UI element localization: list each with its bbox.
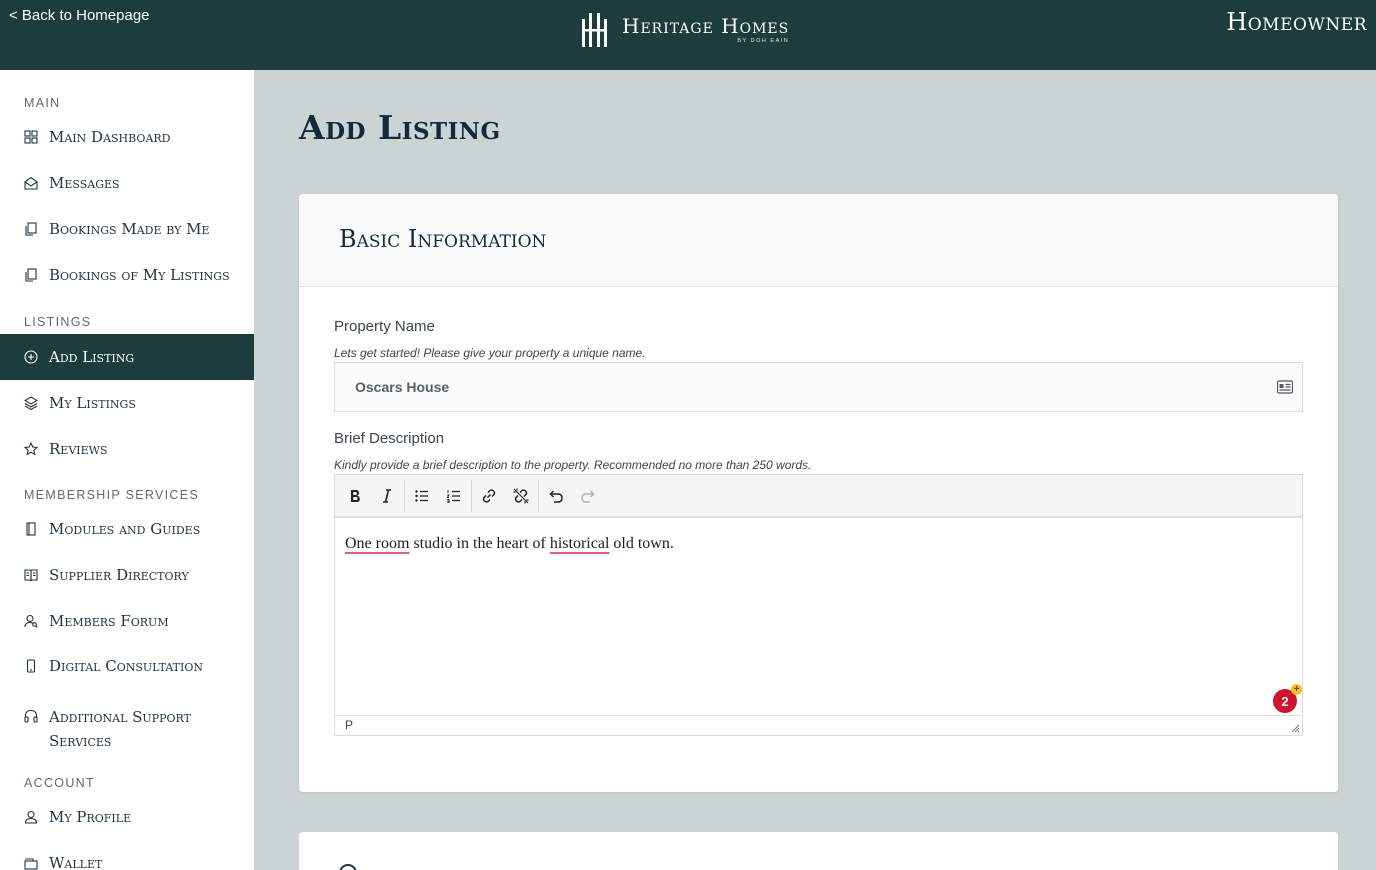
heritage-homes-logo-icon: [582, 13, 607, 47]
documents-icon: [24, 268, 38, 282]
numbered-list-icon: [446, 489, 460, 503]
property-name-field[interactable]: [334, 362, 1303, 412]
sidebar-item-label: Add Listing: [49, 348, 135, 366]
editor-toolbar: [335, 475, 1302, 518]
brand-subtitle: BY DOH EAIN: [737, 37, 790, 44]
brief-description-hint: Kindly provide a brief description to th…: [334, 458, 812, 472]
sidebar-item-label: Reviews: [49, 440, 108, 458]
badge-plus-icon: +: [1291, 684, 1302, 695]
bullet-list-icon: [415, 489, 428, 502]
editor-text: old town.: [609, 535, 674, 552]
headphones-icon: [24, 709, 38, 723]
documents-icon: [24, 222, 38, 236]
sidebar-item-add-listing[interactable]: Add Listing: [0, 334, 254, 380]
sidebar-item-supplier-directory[interactable]: Supplier Directory: [0, 552, 254, 598]
sidebar-item-digital-consultation[interactable]: Digital Consultation: [0, 643, 254, 689]
sidebar-item-label: Messages: [49, 174, 120, 192]
toolbar-divider: [538, 479, 539, 512]
sidebar-item-label: Members Forum: [49, 612, 169, 630]
top-header: < Back to Homepage Heritage Homes BY DOH…: [0, 0, 1376, 70]
sidebar-item-label: My Listings: [49, 394, 136, 412]
redo-button[interactable]: [572, 480, 604, 512]
bold-button[interactable]: [339, 480, 371, 512]
sidebar-item-members-forum[interactable]: Members Forum: [0, 598, 254, 644]
sidebar-section-membership-services: MEMBERSHIP SERVICES: [24, 488, 199, 502]
sidebar-item-label: Additional Support Services: [49, 708, 191, 750]
id-card-icon: [1277, 380, 1293, 394]
element-path[interactable]: P: [345, 718, 353, 732]
sidebar-section-account: ACCOUNT: [24, 776, 95, 790]
next-section-card: [299, 832, 1338, 870]
layers-icon: [24, 396, 38, 410]
misspelled-word[interactable]: One room: [345, 535, 409, 552]
phone-icon: [24, 659, 38, 673]
user-role-label: Homeowner: [1226, 8, 1367, 36]
wallet-icon: [24, 856, 38, 870]
back-to-homepage-link[interactable]: < Back to Homepage: [9, 7, 150, 24]
sidebar-item-label: Main Dashboard: [49, 128, 171, 146]
sidebar-item-bookings-of-my-listings[interactable]: Bookings of My Listings: [0, 252, 254, 298]
unlink-icon: [513, 488, 529, 503]
sidebar-item-my-profile[interactable]: My Profile: [0, 794, 254, 840]
misspelled-word[interactable]: historical: [550, 535, 610, 552]
sidebar-item-modules-and-guides[interactable]: Modules and Guides: [0, 506, 254, 552]
editor-text: studio in the heart of: [409, 535, 550, 552]
resize-handle-icon[interactable]: [1291, 724, 1300, 733]
sidebar-section-main: MAIN: [24, 96, 61, 110]
sidebar-item-label: Bookings Made by Me: [49, 220, 210, 238]
sidebar-item-wallet[interactable]: Wallet: [0, 840, 254, 870]
rich-text-editor: One room studio in the heart of historic…: [334, 474, 1303, 736]
sidebar-item-label: Wallet: [49, 854, 103, 870]
card-title: Basic Information: [339, 225, 547, 253]
insert-link-button[interactable]: [473, 480, 505, 512]
sidebar-item-additional-support-services[interactable]: Additional Support Services: [0, 697, 254, 759]
star-icon: [24, 442, 38, 456]
page-title: Add Listing: [299, 108, 501, 147]
basic-information-card: Basic Information Property Name Lets get…: [299, 194, 1338, 792]
dashboard-grid-icon: [24, 130, 38, 144]
undo-button[interactable]: [540, 480, 572, 512]
toolbar-divider: [404, 479, 405, 512]
italic-icon: [383, 488, 391, 503]
undo-icon: [549, 489, 563, 503]
brand-name: Heritage Homes: [622, 13, 790, 38]
bold-icon: [351, 489, 360, 502]
sidebar: MAIN Main Dashboard Messages Bookings Ma…: [0, 70, 254, 870]
sidebar-section-listings: LISTINGS: [24, 315, 92, 329]
book-icon: [24, 522, 38, 536]
sidebar-item-label: Bookings of My Listings: [49, 266, 230, 284]
sidebar-item-main-dashboard[interactable]: Main Dashboard: [0, 114, 254, 160]
sidebar-item-reviews[interactable]: Reviews: [0, 426, 254, 472]
user-icon: [24, 810, 38, 824]
property-name-label: Property Name: [334, 318, 435, 335]
brand-logo[interactable]: Heritage Homes BY DOH EAIN: [580, 11, 789, 47]
link-icon: [482, 488, 496, 503]
section-icon: [339, 864, 357, 870]
open-book-icon: [24, 568, 38, 582]
plus-circle-icon: [24, 350, 38, 364]
numbered-list-button[interactable]: [438, 480, 470, 512]
envelope-open-icon: [24, 176, 38, 190]
property-name-hint: Lets get started! Please give your prope…: [334, 346, 646, 360]
bullet-list-button[interactable]: [406, 480, 438, 512]
brief-description-label: Brief Description: [334, 430, 445, 447]
property-name-input[interactable]: [335, 363, 1255, 411]
redo-icon: [581, 489, 595, 503]
sidebar-item-messages[interactable]: Messages: [0, 160, 254, 206]
sidebar-item-my-listings[interactable]: My Listings: [0, 380, 254, 426]
card-header: Basic Information: [299, 194, 1338, 287]
italic-button[interactable]: [371, 480, 403, 512]
sidebar-item-bookings-made-by-me[interactable]: Bookings Made by Me: [0, 206, 254, 252]
sidebar-item-label: My Profile: [49, 808, 132, 826]
sidebar-item-label: Supplier Directory: [49, 566, 189, 584]
remove-link-button[interactable]: [505, 480, 537, 512]
toolbar-divider: [471, 479, 472, 512]
sidebar-item-label: Modules and Guides: [49, 520, 201, 538]
editor-content-area[interactable]: One room studio in the heart of historic…: [335, 518, 1302, 715]
sidebar-item-label: Digital Consultation: [49, 657, 203, 675]
user-search-icon: [24, 614, 38, 628]
editor-status-bar: P: [335, 715, 1302, 735]
